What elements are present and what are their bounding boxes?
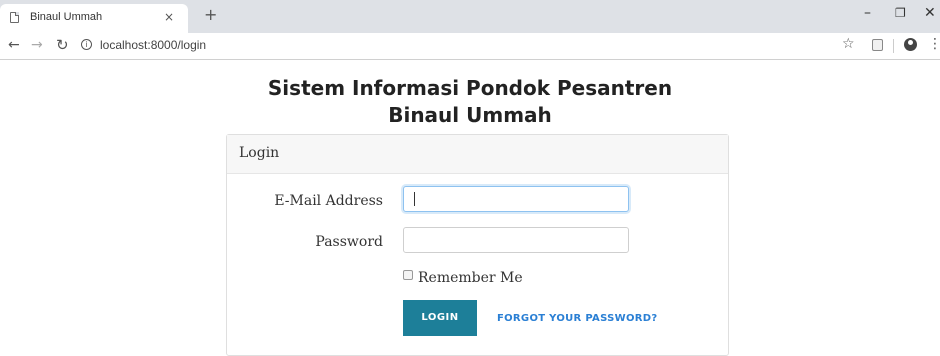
page-title: Sistem Informasi Pondok Pesantren Binaul…	[0, 75, 940, 129]
login-button[interactable]: LOGIN	[403, 300, 477, 336]
remember-label: Remember Me	[418, 270, 523, 286]
toolbar-divider	[893, 39, 894, 53]
card-header: Login	[227, 135, 728, 174]
minimize-icon[interactable]: –	[864, 5, 871, 21]
account-icon[interactable]	[904, 38, 917, 51]
forgot-password-link[interactable]: FORGOT YOUR PASSWORD?	[497, 313, 657, 324]
star-icon[interactable]: ☆	[842, 36, 855, 52]
tab-close-icon[interactable]: ×	[164, 10, 174, 24]
menu-dots-icon[interactable]: ⋮	[928, 36, 940, 52]
maximize-icon[interactable]: ❐	[895, 6, 906, 20]
info-icon[interactable]: i	[81, 39, 92, 50]
password-field[interactable]	[403, 227, 629, 253]
page-icon	[10, 12, 19, 23]
extension-icon[interactable]	[872, 39, 883, 51]
back-arrow-icon[interactable]: ←	[8, 37, 20, 53]
browser-toolbar: ← → ↻ i localhost:8000/login ☆ ⋮	[0, 33, 940, 60]
browser-tab[interactable]: Binaul Ummah ×	[0, 4, 188, 33]
reload-icon[interactable]: ↻	[56, 36, 69, 54]
address-bar[interactable]: localhost:8000/login	[100, 38, 206, 52]
text-caret	[414, 192, 415, 206]
remember-checkbox[interactable]	[403, 270, 413, 280]
password-label: Password	[315, 234, 383, 250]
new-tab-button[interactable]: +	[204, 5, 217, 24]
page-title-line-2: Binaul Ummah	[388, 103, 552, 127]
email-field[interactable]	[403, 186, 629, 212]
tab-strip: Binaul Ummah × + – ❐ ✕	[0, 0, 940, 33]
email-label: E-Mail Address	[274, 193, 383, 209]
tab-title: Binaul Ummah	[30, 11, 103, 23]
close-icon[interactable]: ✕	[924, 5, 936, 21]
card-title: Login	[239, 145, 280, 161]
page-title-line-1: Sistem Informasi Pondok Pesantren	[267, 76, 673, 100]
forward-arrow-icon[interactable]: →	[31, 37, 43, 53]
